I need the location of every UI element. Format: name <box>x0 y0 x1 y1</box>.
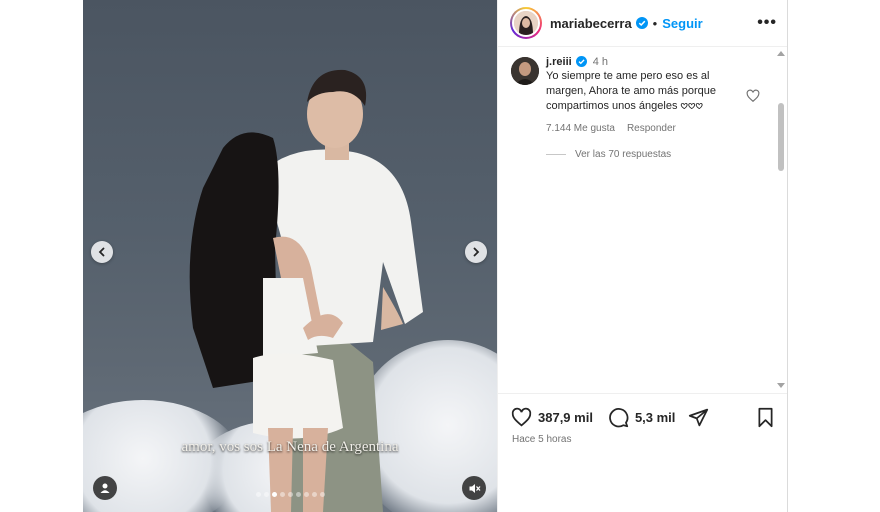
carousel-dot <box>255 492 261 497</box>
carousel-dot <box>295 492 301 497</box>
post-timestamp[interactable]: Hace 5 horas <box>498 434 787 445</box>
save-button[interactable] <box>756 407 775 428</box>
carousel-dot <box>287 492 293 497</box>
scroll-up-arrow-icon[interactable] <box>777 51 785 56</box>
next-slide-button[interactable] <box>465 241 487 263</box>
verified-badge-icon <box>635 17 648 29</box>
carousel-dot <box>271 492 277 497</box>
previous-slide-button[interactable] <box>91 241 113 263</box>
like-count[interactable]: 387,9 mil <box>538 410 593 425</box>
bookmark-icon <box>758 407 773 427</box>
post-author-username[interactable]: mariabecerra <box>550 16 632 31</box>
follow-button[interactable]: Seguir <box>662 16 702 31</box>
comment-text: Yo siempre te ame pero eso es al margen,… <box>546 70 716 112</box>
more-options-icon[interactable]: ••• <box>757 14 777 32</box>
comments-scrollbar[interactable] <box>776 47 785 393</box>
comment-heart-icon[interactable] <box>746 89 760 103</box>
reply-button[interactable]: Responder <box>627 123 676 134</box>
comment-bubble-icon <box>609 407 629 427</box>
post-media[interactable]: amor, vos sos La Nena de Argentina <box>83 0 497 512</box>
share-button[interactable] <box>688 407 709 428</box>
view-replies-label: Ver las 70 respuestas <box>575 149 672 160</box>
post-header: mariabecerra • Seguir ••• <box>498 0 787 47</box>
paper-plane-icon <box>689 408 709 426</box>
comment-count[interactable]: 5,3 mil <box>635 410 675 425</box>
header-separator: • <box>652 15 658 31</box>
comment-timestamp[interactable]: 4 h <box>593 56 608 68</box>
carousel-dot <box>303 492 309 497</box>
carousel-dot <box>263 492 269 497</box>
carousel-dot <box>279 492 285 497</box>
post-footer: 387,9 mil 5,3 mil Hace 5 horas <box>498 393 787 512</box>
carousel-dot <box>319 492 325 497</box>
heart-icon <box>511 407 532 427</box>
profile-avatar[interactable] <box>512 9 540 37</box>
verified-badge-icon <box>575 56 588 68</box>
carousel-dot <box>311 492 317 497</box>
commenter-username[interactable]: j.reiii <box>546 56 572 68</box>
commenter-avatar[interactable] <box>511 57 539 85</box>
comments-list[interactable]: j.reiii 4 h Yo siempre te ame pero eso e… <box>498 47 787 393</box>
comment-button[interactable]: 5,3 mil <box>608 407 675 428</box>
like-button[interactable]: 387,9 mil <box>511 407 593 428</box>
scrollbar-thumb[interactable] <box>778 103 784 171</box>
comment-item: j.reiii 4 h Yo siempre te ame pero eso e… <box>498 47 787 134</box>
replies-divider <box>546 154 566 155</box>
view-replies-button[interactable]: Ver las 70 respuestas <box>546 149 787 160</box>
video-caption: amor, vos sos La Nena de Argentina <box>181 439 399 455</box>
comment-like-count[interactable]: 7.144 Me gusta <box>546 123 615 134</box>
chevron-left-icon <box>98 247 105 257</box>
post-side-panel: mariabecerra • Seguir ••• j.reiii 4 h Yo… <box>497 0 788 512</box>
profile-avatar-ring[interactable] <box>510 7 542 39</box>
carousel-indicator <box>83 492 497 497</box>
scroll-down-arrow-icon[interactable] <box>777 383 785 388</box>
chevron-right-icon <box>473 247 480 257</box>
